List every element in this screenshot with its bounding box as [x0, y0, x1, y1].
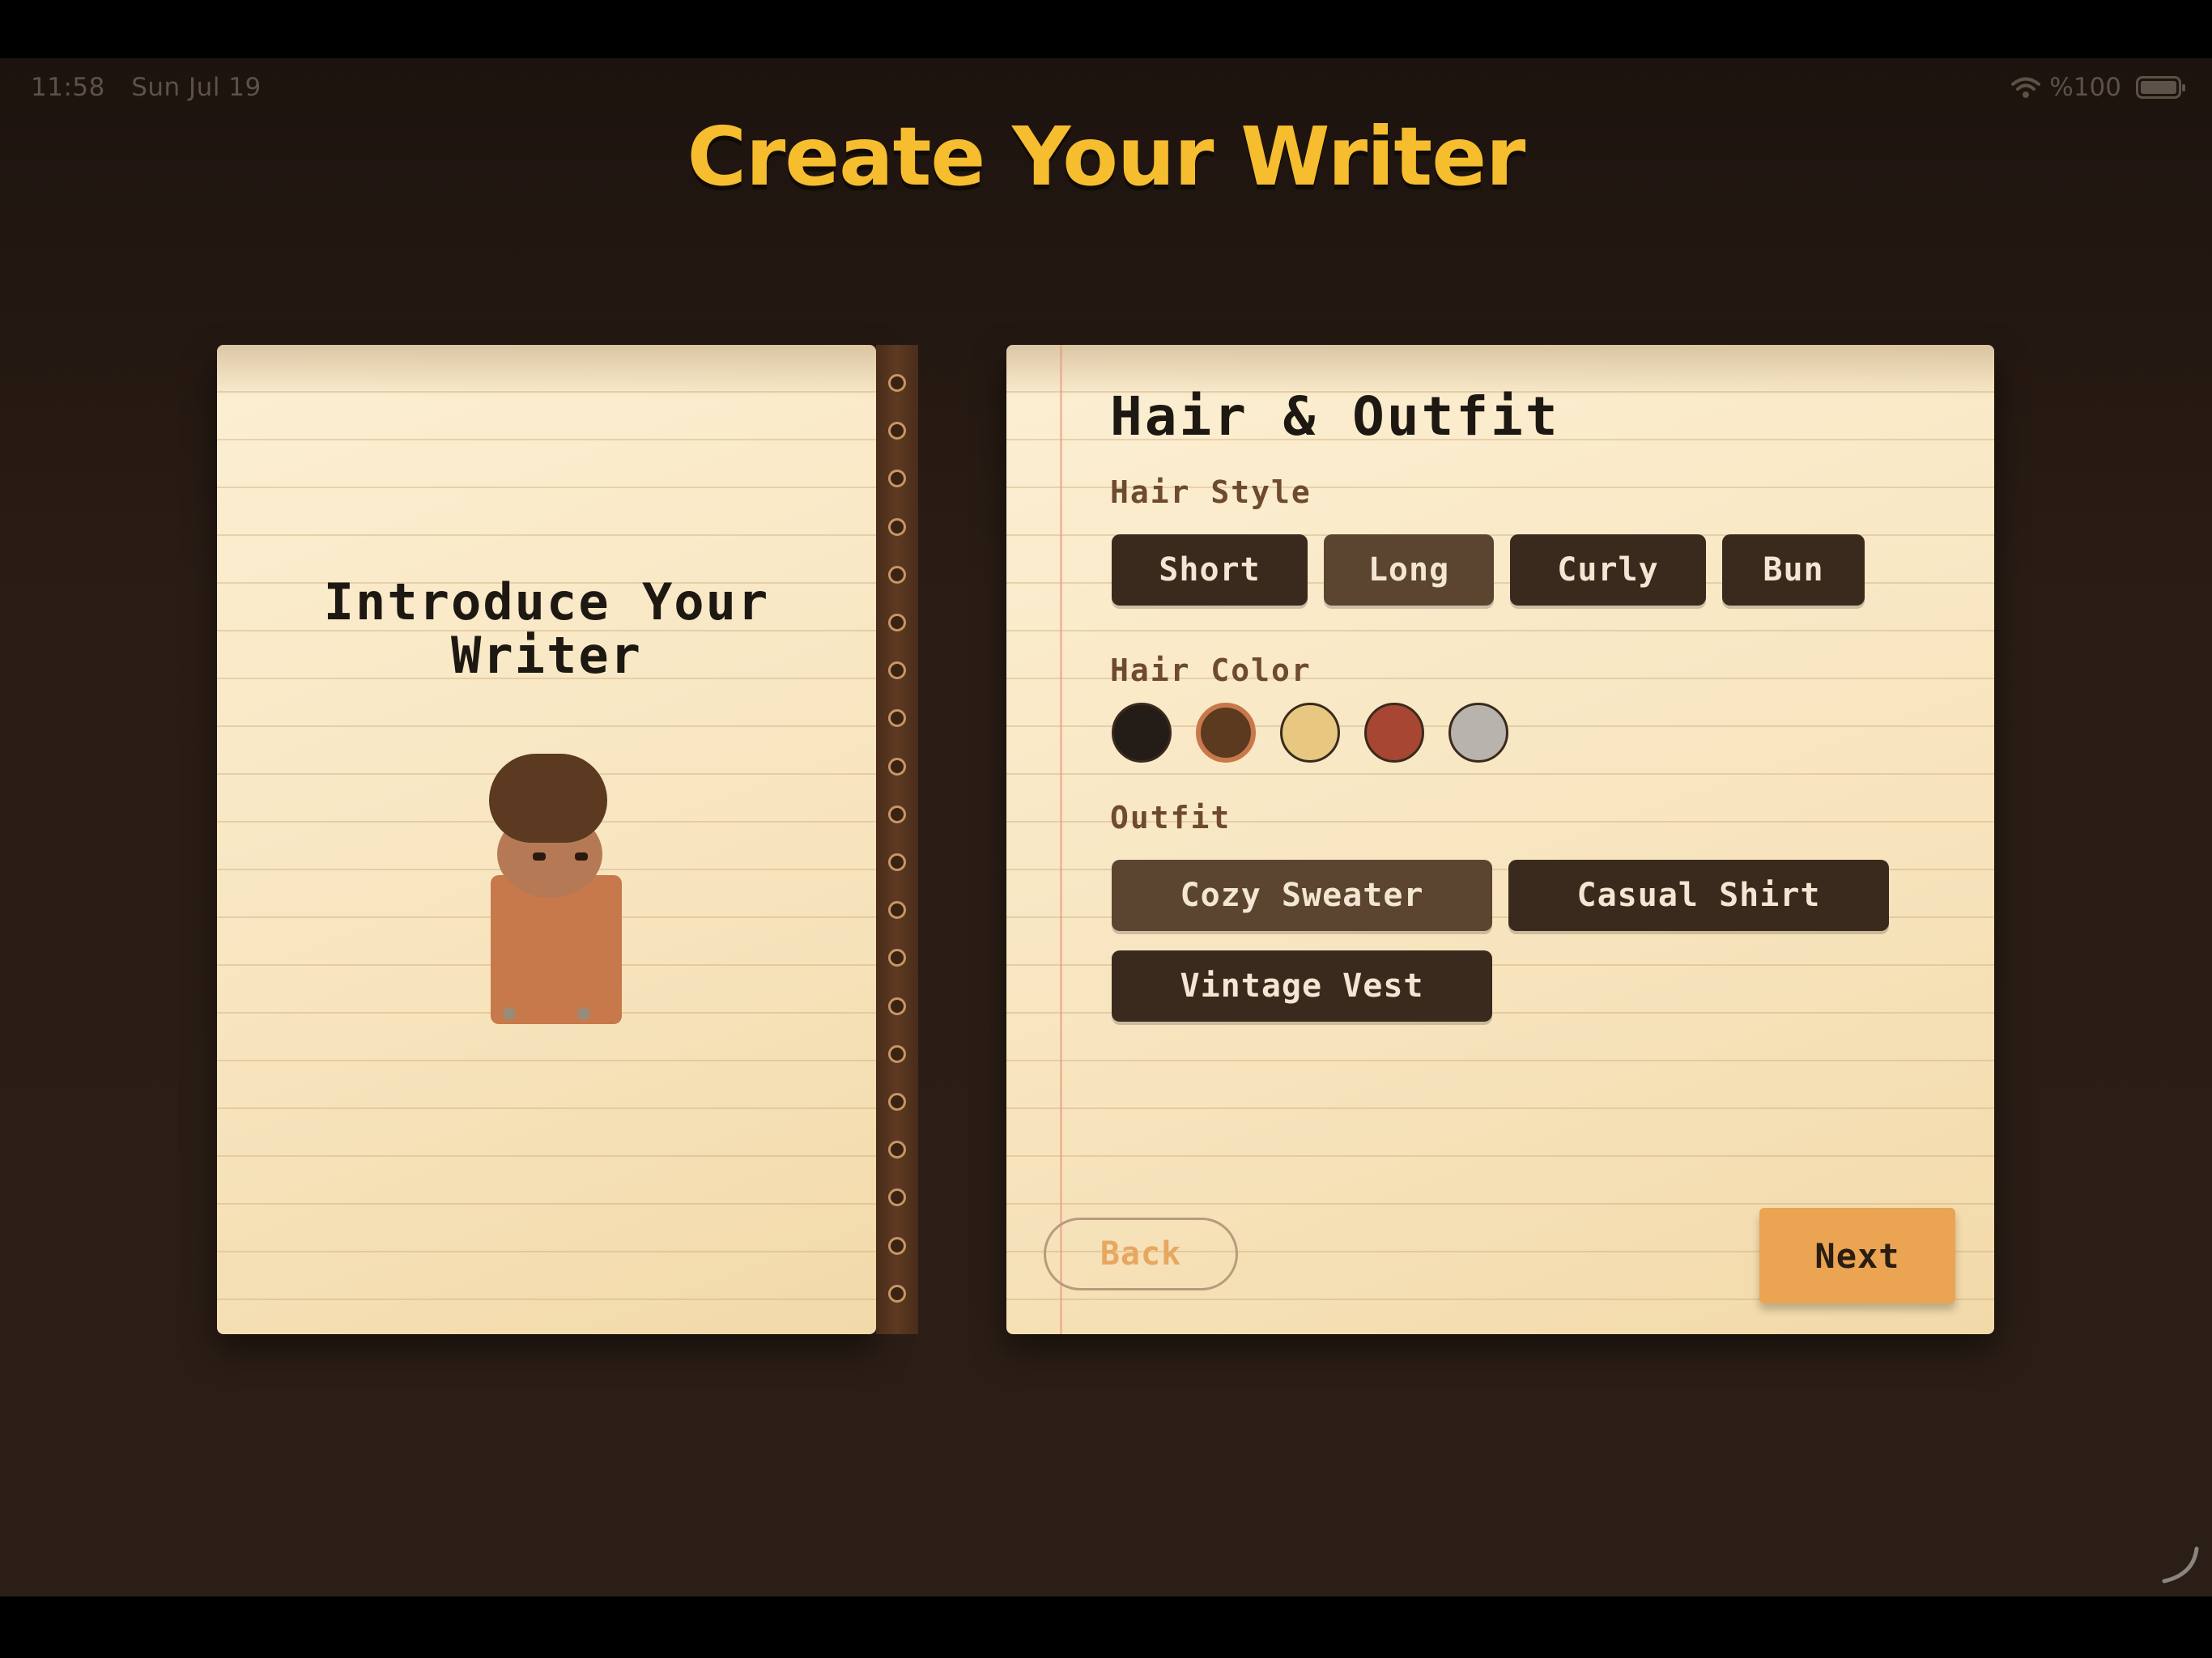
spine-ring	[888, 661, 906, 680]
status-time: 11:58	[31, 73, 105, 102]
option-short-button[interactable]: Short	[1112, 534, 1308, 606]
step-dot-active	[527, 1007, 566, 1020]
option-bun-button[interactable]: Bun	[1722, 534, 1865, 606]
margin-line	[1060, 345, 1062, 1334]
option-curly-button[interactable]: Curly	[1510, 534, 1706, 606]
step-dot	[577, 1007, 590, 1020]
spine-ring	[888, 757, 906, 776]
spine-ring	[888, 1141, 906, 1159]
spine-ring	[888, 1284, 906, 1303]
avatar-outfit	[491, 875, 622, 1024]
step-indicator	[217, 1007, 876, 1020]
hair-style-options: Short Long Curly Bun	[1112, 534, 1865, 606]
hair-color-options	[1112, 703, 1508, 763]
spine-ring	[888, 949, 906, 967]
spine-ring	[888, 517, 906, 536]
writer-avatar	[481, 754, 622, 1024]
status-date: Sun Jul 19	[131, 73, 262, 102]
hair-color-swatch[interactable]	[1112, 703, 1172, 763]
preview-page: Introduce Your Writer	[217, 345, 876, 1334]
spine-ring	[888, 614, 906, 631]
hair-color-swatch[interactable]	[1364, 703, 1424, 763]
outfit-label: Outfit	[1110, 800, 1231, 835]
option-long-button[interactable]: Long	[1324, 534, 1494, 606]
spine-ring	[888, 374, 906, 392]
status-bar-left: 11:58 Sun Jul 19	[31, 73, 262, 102]
avatar-eye-left	[533, 852, 546, 861]
spine-ring	[888, 853, 906, 871]
hair-color-label: Hair Color	[1110, 653, 1312, 688]
next-button[interactable]: Next	[1759, 1208, 1955, 1303]
spine-ring	[888, 1236, 906, 1255]
bottom-letterbox	[0, 1596, 2212, 1658]
intro-heading: Introduce Your Writer	[323, 572, 770, 685]
spine-ring	[888, 901, 906, 920]
hair-color-swatch[interactable]	[1196, 703, 1256, 763]
avatar-hair	[489, 754, 607, 843]
spine-ring	[888, 1044, 906, 1063]
outfit-options: Cozy Sweater Casual Shirt	[1112, 860, 1889, 931]
battery-percent: %100	[2049, 73, 2121, 102]
spine-ring	[888, 1188, 906, 1207]
wifi-icon	[2011, 77, 2041, 98]
spine-ring	[888, 565, 906, 584]
spine-ring	[888, 709, 906, 728]
avatar-eye-right	[575, 852, 588, 861]
option-vintage-vest-button[interactable]: Vintage Vest	[1112, 950, 1492, 1022]
page-title: Create Your Writer	[687, 109, 1526, 204]
notebook-spine	[876, 345, 918, 1334]
hair-color-swatch[interactable]	[1448, 703, 1508, 763]
step-dot	[503, 1007, 516, 1020]
spine-ring	[888, 997, 906, 1015]
back-button[interactable]: Back	[1044, 1218, 1238, 1290]
spine-ring	[888, 470, 906, 488]
loading-indicator-icon	[2162, 1546, 2199, 1584]
top-letterbox	[0, 0, 2212, 58]
spine-ring	[888, 805, 906, 823]
options-page: Hair & Outfit Hair Style Short Long Curly B…	[1006, 345, 1994, 1334]
spine-ring	[888, 1093, 906, 1111]
spine-ring	[888, 422, 906, 440]
option-casual-shirt-button[interactable]: Casual Shirt	[1508, 860, 1889, 931]
section-title: Hair & Outfit	[1110, 385, 1560, 448]
hair-style-label: Hair Style	[1110, 474, 1312, 510]
page-top-shade	[217, 345, 876, 398]
hair-color-swatch[interactable]	[1280, 703, 1340, 763]
option-cozy-sweater-button[interactable]: Cozy Sweater	[1112, 860, 1492, 931]
outfit-options-row-2: Vintage Vest	[1112, 950, 1492, 1022]
battery-icon	[2136, 76, 2185, 99]
status-bar-right: %100	[2010, 73, 2185, 102]
